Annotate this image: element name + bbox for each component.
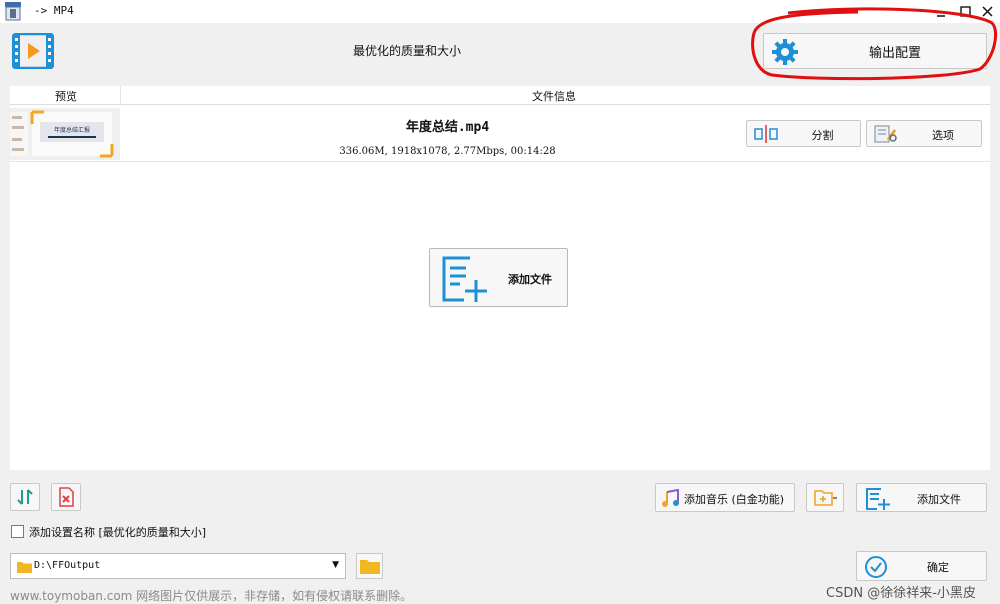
title-bar: -> MP4 [0, 0, 1000, 23]
ok-label: 确定 [927, 561, 949, 574]
add-file-icon [438, 254, 490, 304]
sort-icon [17, 489, 33, 505]
output-path-select[interactable]: D:\FFOutput ▼ [10, 553, 346, 579]
output-config-label: 输出配置 [868, 45, 921, 61]
split-button[interactable]: 分割 [746, 120, 861, 147]
add-music-button[interactable]: 添加音乐 (白金功能) [655, 483, 795, 512]
browse-folder-button[interactable] [356, 553, 383, 579]
output-config-button[interactable]: 输出配置 [763, 33, 987, 69]
add-file-label: 添加文件 [917, 493, 961, 506]
add-setting-name-checkbox[interactable] [11, 525, 24, 538]
thumbnail-title: 年度总结汇报 [54, 126, 90, 134]
header: 最优化的质量和大小 输出配置 [0, 23, 1000, 83]
add-music-label: 添加音乐 (白金功能) [684, 493, 785, 506]
add-folder-button[interactable] [806, 483, 844, 512]
folder-icon [17, 562, 32, 573]
minimize-button[interactable] [930, 0, 952, 23]
options-label: 选项 [932, 129, 954, 142]
chevron-down-icon: ▼ [332, 560, 339, 570]
column-preview: 预览 [55, 90, 77, 103]
watermark-text: www.toymoban.com 网络图片仅供展示，非存储，如有侵权请联系删除。 [10, 589, 413, 603]
add-file-button[interactable]: 添加文件 [856, 483, 987, 512]
file-name: 年度总结.mp4 [405, 120, 490, 135]
open-folder-icon [359, 560, 380, 574]
output-path-value: D:\FFOutput [34, 560, 101, 571]
profile-title: 最优化的质量和大小 [353, 44, 462, 58]
ok-button[interactable]: 确定 [856, 551, 987, 581]
maximize-button[interactable] [954, 0, 976, 23]
column-file-info: 文件信息 [532, 90, 576, 103]
add-file-center-button[interactable]: 添加文件 [429, 248, 568, 307]
add-file-center-label: 添加文件 [508, 273, 552, 286]
add-folder-icon [814, 490, 837, 506]
table-header: 预览 文件信息 [10, 86, 990, 105]
delete-icon [59, 487, 74, 507]
check-circle-icon [865, 556, 887, 578]
music-icon [662, 488, 679, 507]
video-thumbnail: 年度总结汇报 [10, 108, 120, 160]
add-setting-name-label: 添加设置名称 [最优化的质量和大小] [29, 526, 207, 539]
remove-button[interactable] [51, 483, 81, 511]
csdn-credit: CSDN @徐徐祥来-小黑皮 [826, 586, 976, 601]
app-icon [4, 2, 22, 21]
close-button[interactable] [976, 0, 998, 23]
file-info: 336.06M, 1918x1078, 2.77Mbps, 00:14:28 [339, 146, 556, 157]
options-button[interactable]: 选项 [866, 120, 982, 147]
split-label: 分割 [811, 129, 834, 142]
add-file-small-icon [866, 488, 890, 510]
window-title: -> MP4 [34, 4, 74, 17]
video-logo-icon [11, 32, 55, 70]
sort-button[interactable] [10, 483, 40, 511]
table-row[interactable]: 年度总结汇报 年度总结.mp4 336.06M, 1918x1078, 2.77… [10, 106, 990, 162]
